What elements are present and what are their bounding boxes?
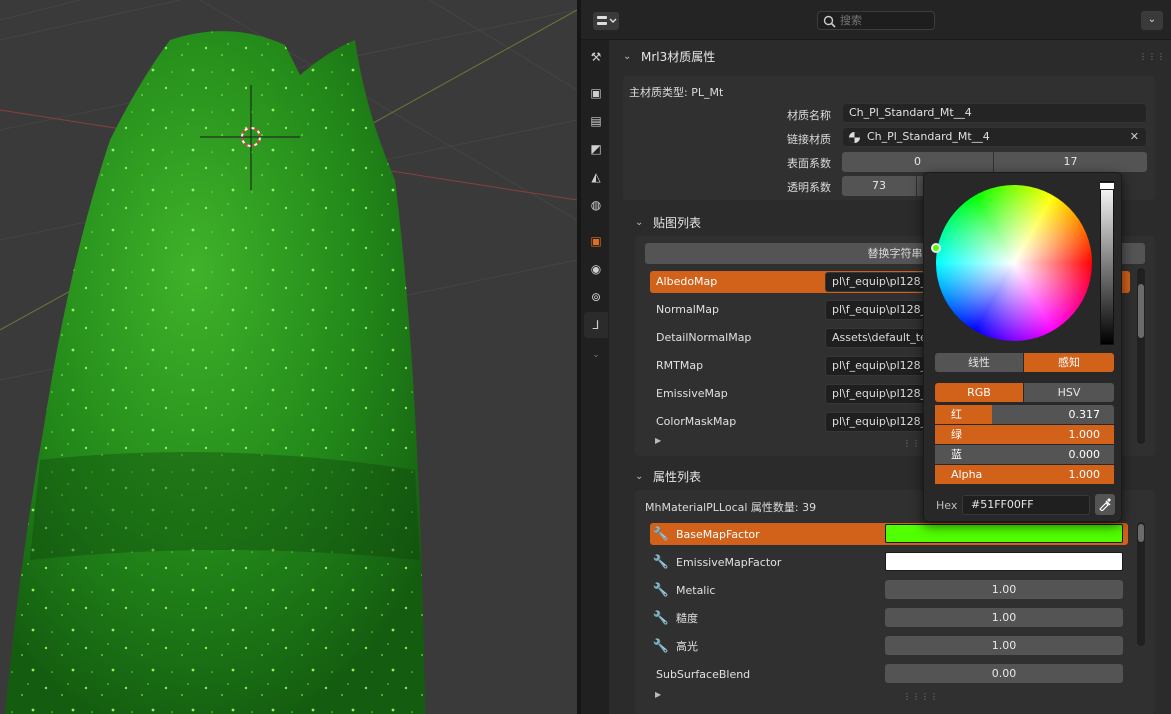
- transparency-label: 透明系数: [787, 181, 831, 194]
- properties-tabs: ⚒ ▣ ▤ ◩ ◭ ◍ ▣ ◉ ⊚ ⅃ ⌄: [581, 40, 609, 714]
- color-picker-popup: 线性 感知 RGB HSV 红 0.317 绿 1.000 蓝 0.000 Al…: [923, 172, 1122, 522]
- material-name-label: 材质名称: [787, 109, 831, 122]
- search-icon: [823, 15, 836, 28]
- value-slider[interactable]: [1099, 181, 1115, 345]
- object-icon[interactable]: ▣: [584, 228, 608, 254]
- transparency-field-1[interactable]: 73: [842, 176, 916, 196]
- texture-path-field[interactable]: pl\f_equip\pl128_: [825, 300, 925, 320]
- linked-material-name: Ch_Pl_Standard_Mt__4: [867, 130, 990, 143]
- property-list-scrollbar[interactable]: [1137, 522, 1145, 646]
- property-list-info: MhMaterialPLLocal 属性数量: 39: [645, 501, 817, 514]
- wrench-icon: 🔧: [652, 554, 670, 570]
- texture-list-scrollbar[interactable]: [1137, 268, 1145, 444]
- wrench-icon: 🔧: [652, 582, 670, 598]
- texture-path-field[interactable]: pl\f_equip\pl128_: [825, 356, 925, 376]
- editor-type-icon: [597, 16, 617, 25]
- hex-label: Hex: [936, 499, 958, 512]
- main-material-type: 主材质类型: PL_Mt: [629, 86, 724, 99]
- texture-row[interactable]: DetailNormalMap: [650, 327, 820, 349]
- physics-icon[interactable]: ⊚: [584, 284, 608, 310]
- chevron-down-icon: ⌄: [635, 470, 644, 482]
- texture-path-field[interactable]: pl\f_equip\pl128_: [825, 412, 925, 432]
- search-field[interactable]: [817, 11, 935, 30]
- view-layer-icon[interactable]: ◩: [584, 136, 608, 162]
- linear-mode-button[interactable]: 线性: [935, 353, 1023, 372]
- surface-coef-field-2[interactable]: 17: [994, 152, 1147, 172]
- wrench-icon: 🔧: [652, 526, 670, 542]
- chevron-down-icon: ⌄: [623, 50, 632, 62]
- more-tabs-chevron-icon[interactable]: ⌄: [584, 342, 608, 368]
- material-sphere-icon: [849, 132, 860, 143]
- perceptual-mode-button[interactable]: 感知: [1024, 353, 1114, 372]
- red-channel-slider[interactable]: 红 0.317: [935, 405, 1114, 424]
- rgb-tab[interactable]: RGB: [935, 383, 1023, 402]
- texture-path-field[interactable]: pl\f_equip\pl128_: [825, 272, 925, 292]
- texture-row[interactable]: EmissiveMap: [650, 383, 820, 405]
- texture-path-field[interactable]: pl\f_equip\pl128_: [825, 384, 925, 404]
- surface-coef-field-1[interactable]: 0: [842, 152, 993, 172]
- metalic-value-field[interactable]: 1.00: [885, 580, 1123, 599]
- expand-triangle-icon[interactable]: ▶: [655, 436, 661, 445]
- color-wheel-cursor[interactable]: [931, 243, 941, 253]
- scene-icon[interactable]: ◭: [584, 164, 608, 190]
- section-title: 属性列表: [653, 469, 702, 484]
- 3d-viewport[interactable]: [0, 0, 577, 714]
- value-slider-handle[interactable]: [1099, 182, 1115, 190]
- modifier-icon[interactable]: ◉: [584, 256, 608, 282]
- properties-header: ⌄: [581, 0, 1171, 40]
- red-channel-fill: [935, 405, 992, 424]
- expand-triangle-icon[interactable]: ▶: [655, 690, 661, 699]
- drag-grip-icon[interactable]: ⋮⋮⋮: [1139, 52, 1166, 61]
- world-icon[interactable]: ◍: [584, 192, 608, 218]
- property-list-box: MhMaterialPLLocal 属性数量: 39 🔧 BaseMapFact…: [635, 490, 1155, 714]
- texture-row[interactable]: ColorMaskMap: [650, 411, 820, 433]
- material-name-field[interactable]: Ch_Pl_Standard_Mt__4: [842, 103, 1147, 123]
- output-icon[interactable]: ▤: [584, 108, 608, 134]
- wrench-icon: 🔧: [652, 610, 670, 626]
- eyedropper-icon[interactable]: [1095, 494, 1115, 515]
- property-row[interactable]: 🔧 高光: [650, 635, 880, 657]
- blue-channel-slider[interactable]: 蓝 0.000: [935, 445, 1114, 464]
- green-channel-slider[interactable]: 绿 1.000: [935, 425, 1114, 444]
- texture-list-header[interactable]: ⌄ 贴图列表: [635, 210, 701, 234]
- property-row[interactable]: 🔧 Metalic: [650, 579, 880, 601]
- texture-row[interactable]: NormalMap: [650, 299, 820, 321]
- resize-grip-icon[interactable]: ⋮⋮⋮⋮: [903, 692, 939, 701]
- scrollbar-thumb[interactable]: [1138, 284, 1144, 338]
- render-icon[interactable]: ▣: [584, 80, 608, 106]
- mrl3-section-header[interactable]: ⌄ Mrl3材质属性: [623, 44, 715, 68]
- linked-material-field[interactable]: Ch_Pl_Standard_Mt__4 ✕: [842, 127, 1147, 147]
- property-row[interactable]: 🔧 EmissiveMapFactor: [650, 551, 880, 573]
- color-wheel[interactable]: [936, 185, 1092, 341]
- wrench-icon: 🔧: [652, 638, 670, 654]
- linked-material-label: 链接材质: [787, 133, 831, 146]
- viewport-canvas: [0, 0, 577, 714]
- section-title: Mrl3材质属性: [641, 49, 716, 64]
- section-title: 贴图列表: [653, 215, 702, 230]
- alpha-channel-slider[interactable]: Alpha 1.000: [935, 465, 1114, 484]
- editor-type-button[interactable]: [593, 12, 619, 30]
- clear-icon[interactable]: ✕: [1130, 128, 1139, 146]
- texture-path-field[interactable]: Assets\default_tex\null_NM: [825, 328, 925, 348]
- property-row[interactable]: 🔧 糙度: [650, 607, 880, 629]
- emissive-map-factor-color-swatch[interactable]: [885, 552, 1123, 571]
- base-map-factor-color-swatch[interactable]: [885, 524, 1123, 543]
- hex-input[interactable]: #51FF00FF: [962, 495, 1090, 515]
- property-list-header[interactable]: ⌄ 属性列表: [635, 464, 701, 488]
- hsv-tab[interactable]: HSV: [1024, 383, 1114, 402]
- scrollbar-thumb[interactable]: [1138, 524, 1144, 542]
- data-icon[interactable]: ⅃: [584, 312, 608, 338]
- texture-row[interactable]: RMTMap: [650, 355, 820, 377]
- options-dropdown-button[interactable]: ⌄: [1141, 11, 1163, 30]
- roughness-value-field[interactable]: 1.00: [885, 608, 1123, 627]
- chevron-down-icon: ⌄: [635, 216, 644, 228]
- tool-icon[interactable]: ⚒: [584, 44, 608, 70]
- property-row[interactable]: SubSurfaceBlend: [656, 663, 880, 685]
- surface-coef-label: 表面系数: [787, 157, 831, 170]
- subsurface-blend-value-field[interactable]: 0.00: [885, 664, 1123, 683]
- specular-value-field[interactable]: 1.00: [885, 636, 1123, 655]
